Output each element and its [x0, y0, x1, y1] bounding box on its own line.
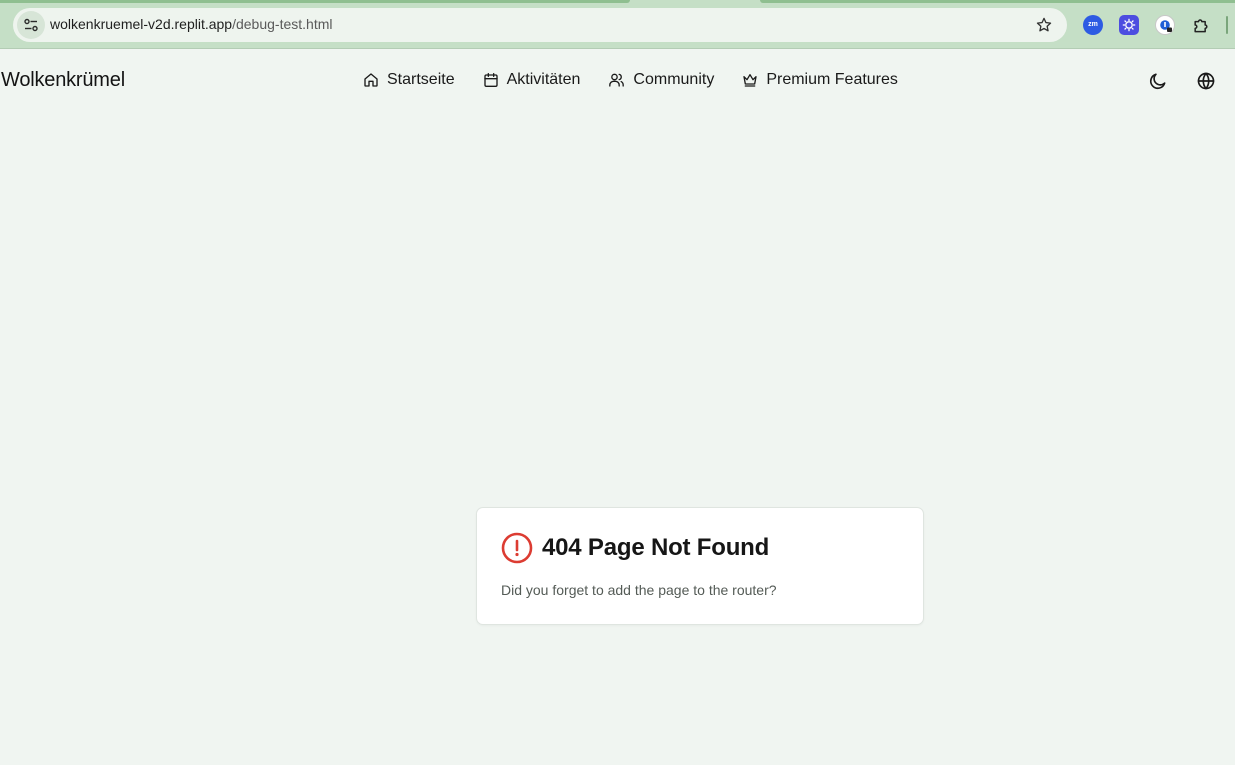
zoom-extension-icon[interactable]: zm	[1083, 15, 1103, 35]
home-icon	[364, 73, 378, 87]
url-host: wolkenkruemel-v2d.replit.app	[50, 16, 233, 32]
not-found-card: 404 Page Not Found Did you forget to add…	[476, 507, 924, 625]
nav-label: Startseite	[387, 71, 455, 88]
puzzle-icon	[1194, 19, 1208, 33]
site-info-button[interactable]	[17, 11, 45, 39]
tab-edge-right	[760, 0, 1235, 3]
card-header: 404 Page Not Found	[501, 532, 769, 564]
gear-extension-icon[interactable]	[1119, 15, 1139, 35]
nav-item-startseite[interactable]: Startseite	[363, 71, 455, 89]
toolbar-divider	[1226, 16, 1228, 34]
tab-strip	[0, 0, 1235, 5]
error-message: Did you forget to add the page to the ro…	[501, 582, 777, 598]
puzzle-extensions-icon[interactable]	[1191, 15, 1211, 35]
nav-item-community[interactable]: Community	[608, 71, 714, 89]
nav-item-premium-features[interactable]: Premium Features	[742, 71, 898, 89]
key-lock-icon	[1160, 20, 1172, 32]
error-title: 404 Page Not Found	[542, 534, 770, 561]
address-bar[interactable]: wolkenkruemel-v2d.replit.app/debug-test.…	[13, 8, 1067, 42]
users-icon	[609, 73, 625, 87]
url-path: /debug-test.html	[232, 16, 333, 32]
browser-toolbar: wolkenkruemel-v2d.replit.app/debug-test.…	[0, 0, 1235, 49]
tab-edge-left	[0, 0, 630, 3]
url-text[interactable]: wolkenkruemel-v2d.replit.app/debug-test.…	[50, 16, 332, 32]
moon-icon	[1149, 73, 1166, 90]
globe-icon	[1197, 72, 1215, 90]
nav-label: Community	[633, 71, 715, 88]
bookmark-star-icon[interactable]	[1035, 16, 1053, 34]
alert-circle-icon	[501, 532, 533, 564]
brand-logo-text[interactable]: Wolkenkrümel	[1, 69, 125, 92]
nav-label: Aktivitäten	[506, 71, 581, 88]
site-settings-icon	[24, 18, 38, 32]
theme-toggle-button[interactable]	[1148, 71, 1168, 91]
main-nav: Startseite Aktivitäten Community Premium…	[363, 71, 898, 89]
nav-label: Premium Features	[766, 71, 898, 88]
app-header: Wolkenkrümel Startseite Aktivitäten Comm…	[0, 49, 1235, 113]
nav-item-aktivitaeten[interactable]: Aktivitäten	[483, 71, 581, 89]
gear-icon	[1122, 18, 1136, 32]
crown-icon	[743, 74, 757, 87]
password-extension-icon[interactable]	[1155, 15, 1175, 35]
calendar-icon	[483, 73, 498, 87]
language-button[interactable]	[1196, 71, 1216, 91]
